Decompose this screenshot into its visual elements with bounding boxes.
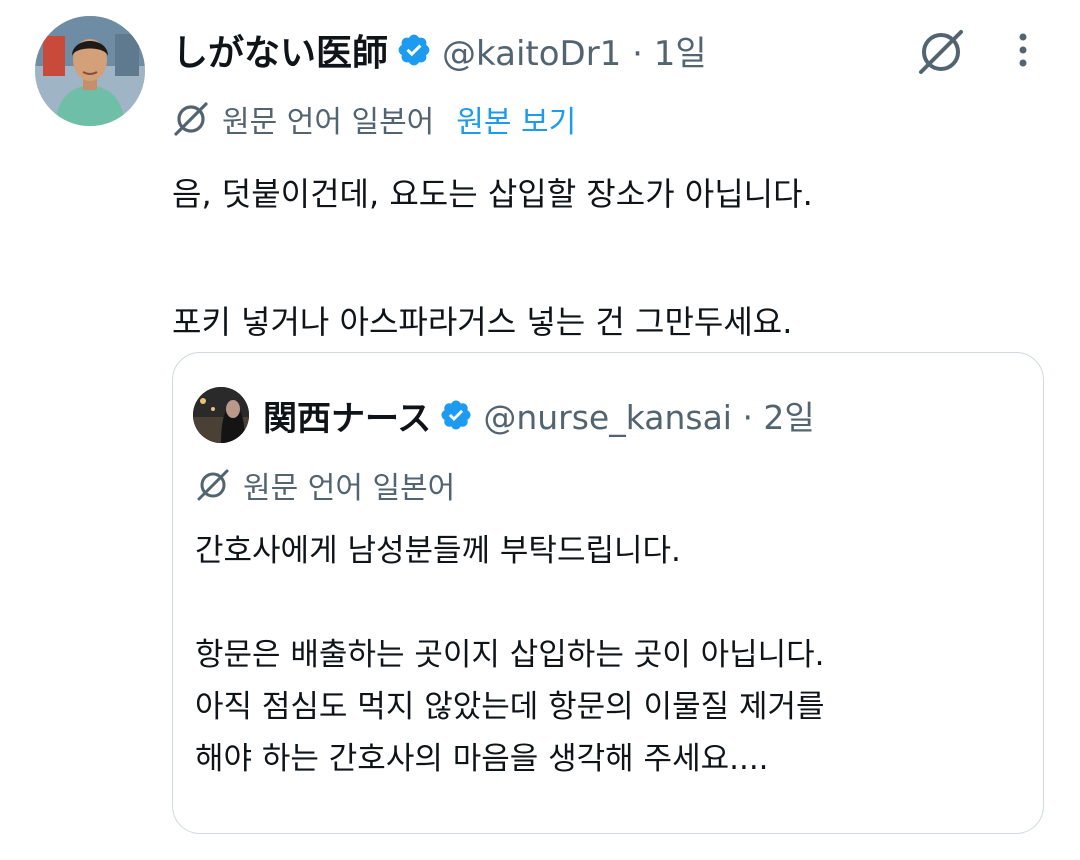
verified-badge-icon [396, 32, 432, 68]
tweet-text: 음, 덧붙이건데, 요도는 삽입할 장소가 아닙니다. 포키 넣거나 아스파라거… [172, 175, 813, 341]
author-avatar[interactable] [35, 16, 145, 126]
verified-badge-icon [439, 398, 473, 432]
quoted-tweet-card[interactable]: 関西ナース @nurse_kansai · 2일 원문 언어 일본어 간호사에게… [172, 352, 1044, 834]
translate-globe-icon [195, 467, 231, 503]
author-handle-time[interactable]: @kaitoDr1 · 1일 [442, 26, 707, 75]
tweet-header: しがない医師 @kaitoDr1 · 1일 [172, 22, 707, 78]
quoted-author-name[interactable]: 関西ナース [263, 391, 431, 440]
show-original-link[interactable]: 원본 보기 [456, 97, 576, 141]
quoted-tweet-text: 간호사에게 남성분들께 부탁드립니다. 항문은 배출하는 곳이지 삽입하는 곳이… [195, 533, 825, 777]
quoted-author-handle-time[interactable]: @nurse_kansai · 2일 [483, 391, 814, 439]
author-name[interactable]: しがない医師 [172, 24, 388, 76]
quoted-author-avatar[interactable] [193, 387, 249, 443]
translation-info: 원문 언어 일본어 원본 보기 [172, 96, 576, 142]
quoted-translation-language-label: 원문 언어 일본어 [243, 471, 456, 506]
translate-globe-icon [172, 100, 210, 138]
grok-icon[interactable] [915, 26, 967, 78]
quoted-tweet-header: 関西ナース @nurse_kansai · 2일 [193, 387, 815, 443]
quoted-translation-info: 원문 언어 일본어 [195, 463, 455, 507]
more-options-icon[interactable] [1005, 28, 1041, 72]
translation-language-label: 원문 언어 일본어 [222, 105, 435, 140]
